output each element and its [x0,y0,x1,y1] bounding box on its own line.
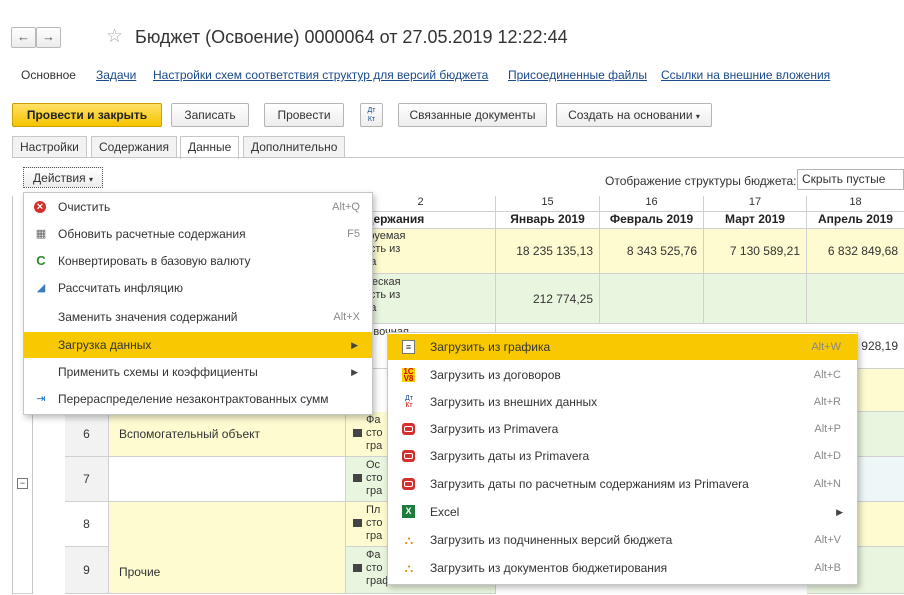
link-tasks[interactable]: Задачи [96,68,136,82]
col-number: 17 [704,196,807,212]
structure-display-label: Отображение структуры бюджета: [605,174,797,188]
calendar-icon [353,519,362,527]
value-cell[interactable]: 7 130 589,21 [704,229,807,274]
col-number: 16 [600,196,704,212]
menu-item-clear[interactable]: × Очистить Alt+Q [24,194,372,220]
dtkt-icon: Дт Кт [405,395,413,409]
submenu-item-load-schedule[interactable]: ≡ Загрузить из графика Alt+W [388,334,857,360]
row-number: 7 [65,457,109,502]
value-cell[interactable]: 212 774,25 [496,274,600,324]
tab-additional[interactable]: Дополнительно [243,136,346,158]
col-header-month[interactable]: Март 2019 [704,212,807,229]
forward-button[interactable]: → [36,27,61,48]
menu-item-replace-values[interactable]: Заменить значения содержаний Alt+X [24,304,372,330]
tree-gutter [13,412,33,594]
col-number: 18 [807,196,904,212]
primavera-icon [402,478,415,490]
tab-contents[interactable]: Содержания [91,136,177,158]
submenu-arrow-icon: ▶ [836,507,843,517]
submenu-item-load-primavera-calc-dates[interactable]: Загрузить даты по расчетным содержаниям … [388,471,857,497]
actions-button[interactable]: Действия ▾ [23,167,103,188]
tab-data[interactable]: Данные [180,136,240,159]
page-title: Бюджет (Освоение) 0000064 от 27.05.2019 … [135,27,568,47]
dtkt-icon[interactable]: Дт Кт [360,103,383,127]
chevron-down-icon: ▾ [88,175,93,184]
row-number: 8 [65,502,109,547]
submenu-arrow-icon: ▶ [351,340,358,350]
inflation-icon: ◢ [36,282,46,294]
calendar-icon [353,429,362,437]
chevron-down-icon: ▾ [695,112,700,121]
row-number: 9 [65,547,109,594]
submenu-item-load-budget-docs[interactable]: ⛬ Загрузить из документов бюджетирования… [388,555,857,581]
object-name-cell[interactable]: Прочие [109,502,346,594]
convert-icon: C [36,253,46,268]
menu-item-inflation[interactable]: ◢ Рассчитать инфляцию [24,275,372,301]
post-button[interactable]: Провести [264,103,344,127]
submenu-arrow-icon: ▶ [351,367,358,377]
menu-item-convert-currency[interactable]: C Конвертировать в базовую валюту [24,248,372,274]
col-header-month[interactable]: Январь 2019 [496,212,600,229]
excel-icon: X [402,505,415,518]
clear-icon: × [34,201,46,213]
tab-divider [12,157,904,158]
calendar-icon [353,474,362,482]
row-number: 6 [65,412,109,457]
redistribute-icon: ⇥ [36,393,46,405]
tab-main[interactable]: Основное [21,68,76,82]
back-arrow-icon: ← [17,29,30,44]
refresh-icon: ▦ [35,228,47,240]
submenu-item-excel[interactable]: X Excel ▶ [388,499,857,525]
link-attached-files[interactable]: Присоединенные файлы [508,68,647,82]
actions-menu: × Очистить Alt+Q ▦ Обновить расчетные со… [23,192,373,415]
calendar-icon [353,564,362,572]
primavera-icon [402,450,415,462]
primavera-icon [402,423,415,435]
forward-arrow-icon: → [42,29,55,44]
structure-display-select[interactable]: Скрыть пустые [797,169,904,190]
save-button[interactable]: Записать [171,103,249,127]
value-cell[interactable] [704,274,807,324]
collapse-toggle-icon[interactable]: − [17,478,28,489]
submenu-item-load-sub-versions[interactable]: ⛬ Загрузить из подчиненных версий бюджет… [388,527,857,553]
1c-icon: 1C V8 [402,367,415,383]
submenu-item-load-primavera-dates[interactable]: Загрузить даты из Primavera Alt+D [388,443,857,469]
submenu-item-load-contracts[interactable]: 1C V8 Загрузить из договоров Alt+C [388,362,857,388]
hierarchy-icon: ⛬ [404,561,414,575]
post-and-close-button[interactable]: Провести и закрыть [12,103,162,127]
menu-item-apply-schemes[interactable]: Применить схемы и коэффициенты ▶ [24,359,372,385]
related-documents-button[interactable]: Связанные документы [398,103,547,127]
value-cell[interactable] [807,274,904,324]
col-header-month[interactable]: Февраль 2019 [600,212,704,229]
link-external-attachments[interactable]: Ссылки на внешние вложения [661,68,830,82]
create-based-on-button[interactable]: Создать на основании ▾ [556,103,712,127]
load-data-submenu: ≡ Загрузить из графика Alt+W 1C V8 Загруз… [387,332,858,585]
col-header-month[interactable]: Апрель 2019 [807,212,904,229]
submenu-item-load-primavera[interactable]: Загрузить из Primavera Alt+P [388,416,857,442]
object-name-cell[interactable] [109,457,346,502]
value-cell[interactable] [600,274,704,324]
col-number: 15 [496,196,600,212]
menu-item-load-data[interactable]: Загрузка данных ▶ [24,332,372,358]
value-cell[interactable]: 8 343 525,76 [600,229,704,274]
back-button[interactable]: ← [11,27,36,48]
favorite-star-icon[interactable]: ☆ [106,25,123,48]
object-name-cell[interactable]: Вспомогательный объект [109,412,346,457]
menu-item-refresh-contents[interactable]: ▦ Обновить расчетные содержания F5 [24,221,372,247]
value-cell[interactable]: 6 832 849,68 [807,229,904,274]
schedule-icon: ≡ [402,340,415,354]
tab-settings[interactable]: Настройки [12,136,87,158]
menu-item-redistribute[interactable]: ⇥ Перераспределение незаконтрактованных … [24,386,372,412]
submenu-item-load-external[interactable]: Дт Кт Загрузить из внешних данных Alt+R [388,389,857,415]
link-structure-settings[interactable]: Настройки схем соответствия структур для… [153,68,488,82]
value-cell[interactable]: 18 235 135,13 [496,229,600,274]
hierarchy-icon: ⛬ [404,533,414,547]
